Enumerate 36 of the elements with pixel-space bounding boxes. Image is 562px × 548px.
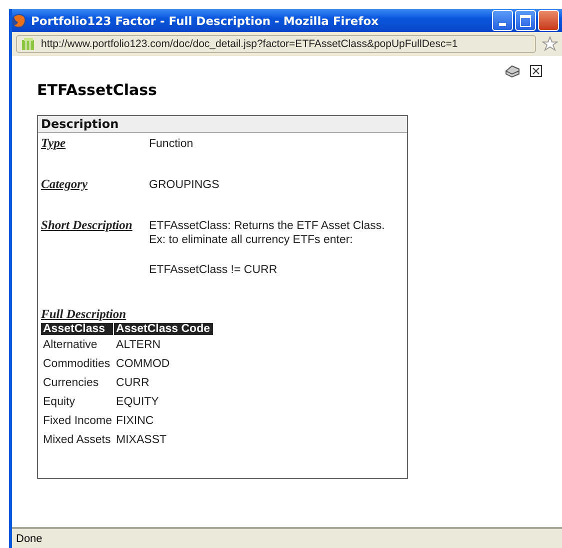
field-label: Category xyxy=(41,176,89,192)
address-field[interactable]: http://www.portfolio123.com/doc/doc_detail.jsp?factor=ETFAssetClass&popUpFullDesc=1 xyxy=(16,35,536,53)
field-label: Full Description xyxy=(40,306,128,322)
panel-header: Description xyxy=(38,116,407,133)
maximize-button[interactable] xyxy=(515,10,536,31)
table-cell-text: EQUITY xyxy=(115,395,160,410)
table-cell-text: Mixed Assets xyxy=(42,433,112,448)
table-cell-text: Alternative xyxy=(42,338,98,353)
star-icon[interactable] xyxy=(542,36,558,52)
table-cell-text: COMMOD xyxy=(115,357,171,372)
status-text: Done xyxy=(12,527,562,548)
field-value: Ex: to eliminate all currency ETFs enter: xyxy=(149,233,354,247)
table-cell-text: Commodities xyxy=(42,357,112,372)
field-value: GROUPINGS xyxy=(149,178,220,192)
field-label: Short Description xyxy=(41,217,134,234)
site-icon xyxy=(21,37,35,51)
field-value: Function xyxy=(149,137,194,151)
table-cell-text: MIXASST xyxy=(115,433,168,448)
window-title: Portfolio123 Factor - Full Description - Mozilla Firefox xyxy=(31,14,380,28)
close-button[interactable] xyxy=(538,10,559,31)
table-cell-text: FIXINC xyxy=(115,414,155,429)
table-cell-text: CURR xyxy=(115,376,150,391)
column-header: AssetClass xyxy=(41,323,114,335)
field-label: Type xyxy=(41,135,67,151)
table-cell-text: Fixed Income xyxy=(42,414,114,429)
minimize-button[interactable] xyxy=(492,10,513,31)
table-cell-text: ALTERN xyxy=(115,338,162,353)
field-value: ETFAssetClass != CURR xyxy=(149,263,278,277)
table-cell-text: Currencies xyxy=(42,376,100,391)
field-value: ETFAssetClass: Returns the ETF Asset Class. xyxy=(149,219,385,233)
close-icon[interactable] xyxy=(530,65,542,77)
firefox-icon xyxy=(12,12,27,28)
table-cell-text: Equity xyxy=(42,395,76,410)
page-heading: ETFAssetClass xyxy=(37,81,158,99)
url-text: http://www.portfolio123.com/doc/doc_detail.jsp?factor=ETFAssetClass&popUpFullDesc=1 xyxy=(41,38,458,50)
column-header: AssetClass Code xyxy=(114,323,213,335)
